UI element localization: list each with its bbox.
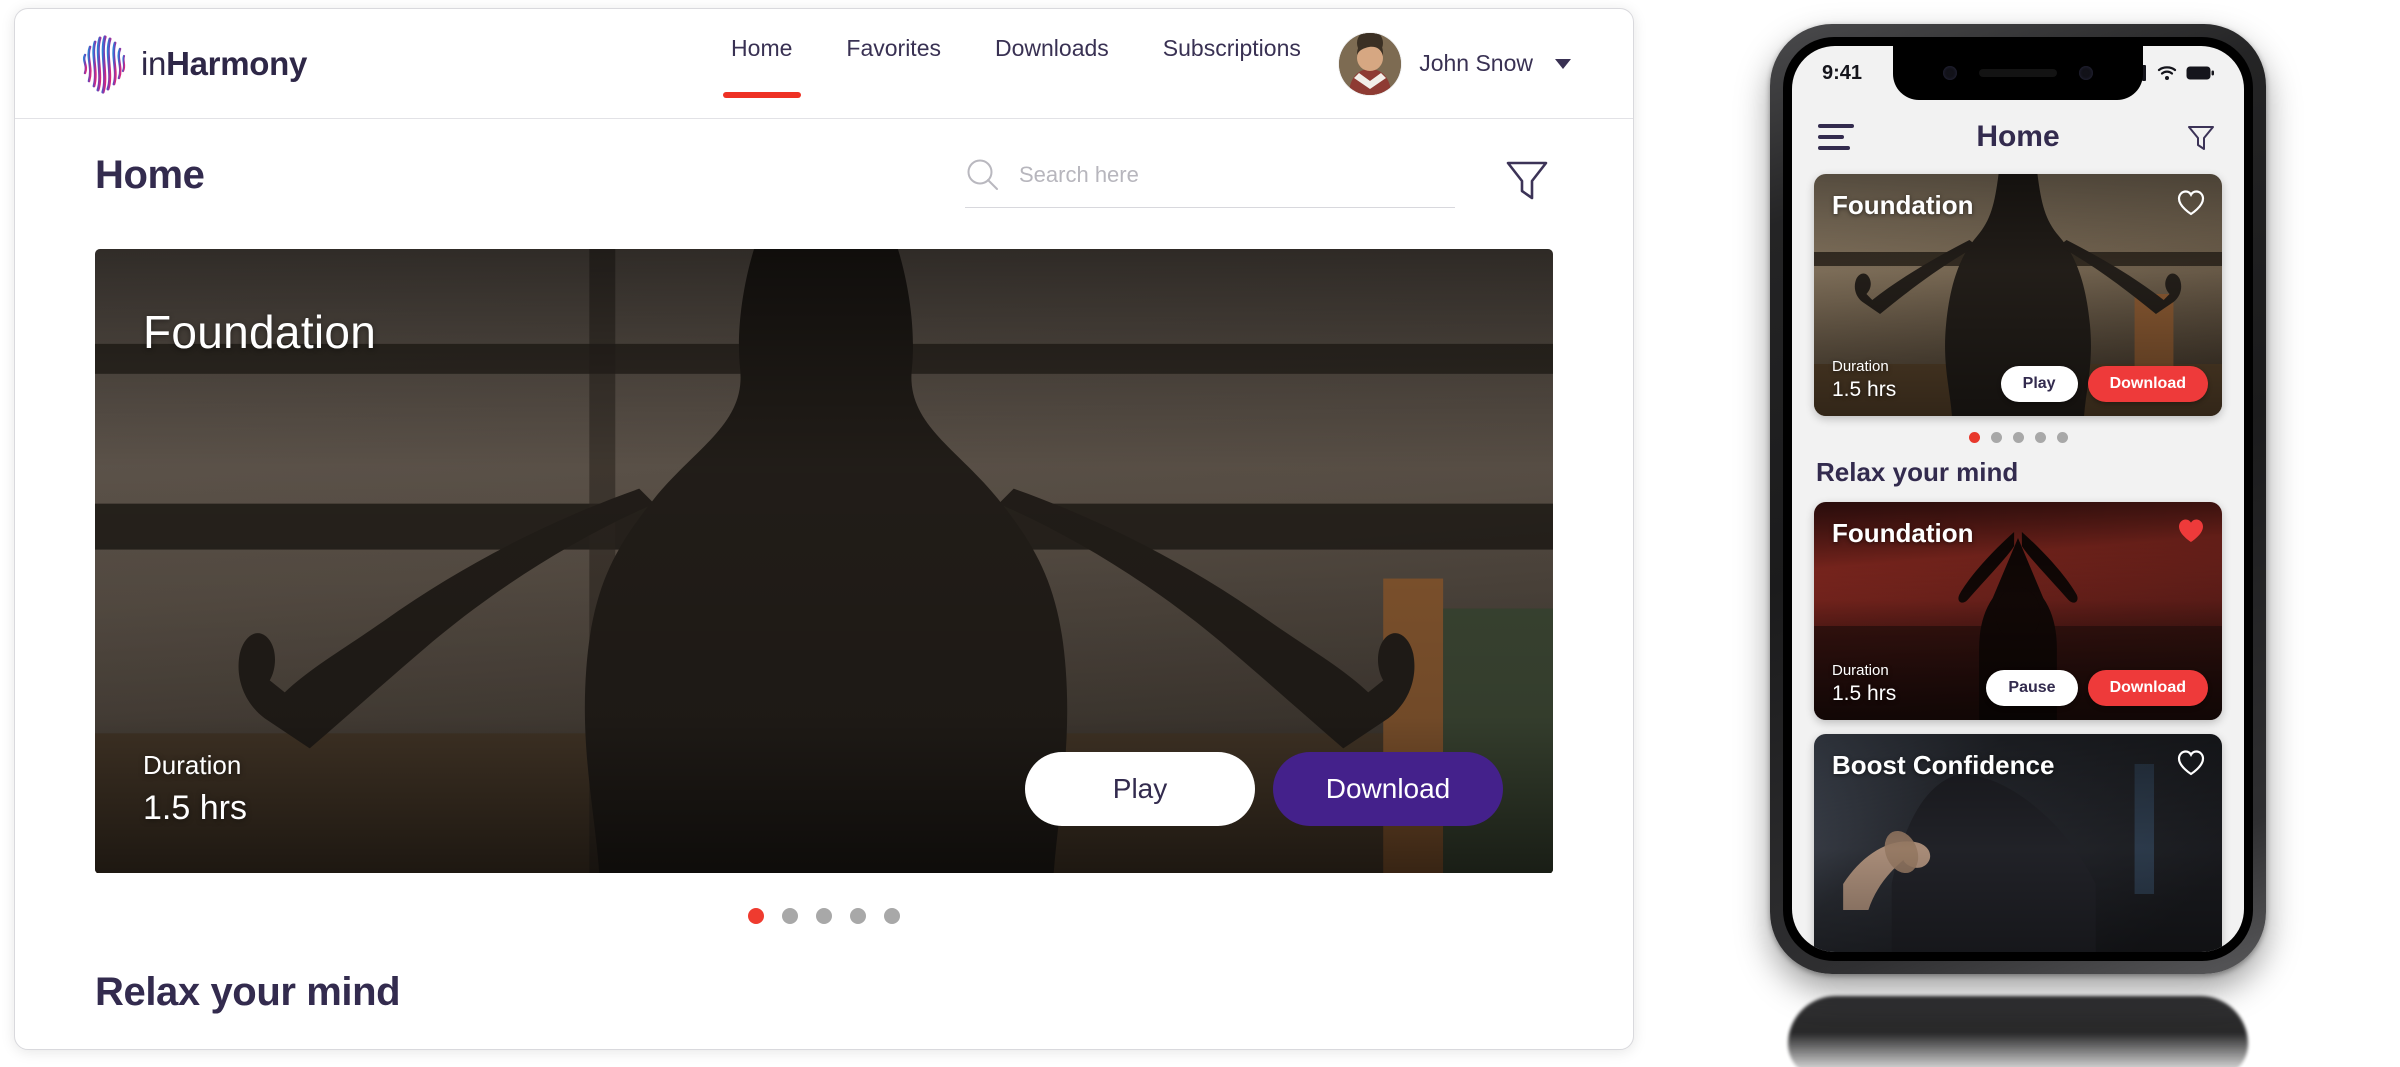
phone-bezel: 9:41 Home Foundation Duration 1.5 hrs Pl…: [1783, 37, 2253, 961]
carousel-dot-3[interactable]: [816, 908, 832, 924]
section-title-relax-your-mind: Relax your mind: [95, 970, 401, 1014]
page-content: Home Search here Foundation Duration 1.5…: [15, 119, 1633, 1015]
brand-logo[interactable]: inHarmony: [81, 33, 307, 95]
card-download-button[interactable]: Download: [2087, 366, 2208, 402]
nav-item-subscriptions[interactable]: Subscriptions: [1159, 29, 1305, 98]
user-menu[interactable]: John Snow: [1339, 32, 1571, 95]
card-download-button[interactable]: Download: [2087, 670, 2208, 706]
nav-item-home[interactable]: Home: [727, 29, 796, 98]
phone-card-foundation-2[interactable]: Foundation Duration 1.5 hrs Pause Downlo…: [1814, 502, 2222, 720]
brand-name-thin: in: [141, 44, 167, 82]
front-camera-icon: [2079, 66, 2093, 80]
carousel-dot-2[interactable]: [782, 908, 798, 924]
filter-funnel-icon[interactable]: [1501, 153, 1553, 205]
battery-icon: [2186, 66, 2214, 80]
content-header: Home: [95, 119, 1553, 237]
phone-card-foundation-1[interactable]: Foundation Duration 1.5 hrs Play Downloa…: [1814, 174, 2222, 416]
nav-item-downloads[interactable]: Downloads: [991, 29, 1113, 98]
carousel-dot-1[interactable]: [748, 908, 764, 924]
search-icon: [967, 159, 998, 190]
search-area: [965, 153, 1553, 211]
phone-carousel-dot-5[interactable]: [2056, 432, 2068, 443]
phone-notch: [1893, 46, 2143, 100]
card-duration-label: Duration: [1832, 662, 1889, 679]
phone-frame: 9:41 Home Foundation Duration 1.5 hrs Pl…: [1770, 24, 2266, 974]
phone-carousel-dots: [1814, 416, 2222, 455]
card-duration: Duration 1.5 hrs: [1832, 662, 1896, 706]
card-title: Foundation: [1832, 518, 1974, 548]
card-title: Foundation: [1832, 190, 1974, 220]
wifi-icon: [2157, 66, 2177, 80]
desktop-app-window: inHarmony Home Favorites Downloads Subsc…: [14, 8, 1634, 1050]
user-name: John Snow: [1419, 50, 1533, 76]
phone-page-title: Home: [1976, 120, 2060, 153]
proximity-sensor-icon: [1943, 66, 1957, 80]
top-navigation-bar: inHarmony Home Favorites Downloads Subsc…: [15, 9, 1633, 119]
hero-duration-label: Duration: [143, 750, 242, 780]
phone-carousel-dot-1[interactable]: [1968, 432, 1980, 443]
sound-wave-logo-icon: [82, 34, 126, 94]
hero-duration: Duration 1.5 hrs: [143, 750, 247, 828]
card-play-button[interactable]: Play: [2000, 366, 2078, 402]
heart-outline-icon[interactable]: [2176, 188, 2206, 218]
page-title: Home: [95, 153, 205, 197]
card-duration-label: Duration: [1832, 358, 1889, 375]
search-box[interactable]: [965, 157, 1455, 208]
play-button[interactable]: Play: [1025, 752, 1255, 826]
hero-duration-value: 1.5 hrs: [143, 789, 247, 827]
carousel-dot-5[interactable]: [884, 908, 900, 924]
phone-reflection: [1788, 996, 2248, 1067]
phone-header: Home: [1792, 100, 2244, 174]
phone-carousel-dot-3[interactable]: [2012, 432, 2024, 443]
earpiece-speaker: [1979, 69, 2057, 77]
card-duration-value: 1.5 hrs: [1832, 378, 1897, 401]
phone-screen: 9:41 Home Foundation Duration 1.5 hrs Pl…: [1792, 46, 2244, 952]
filter-funnel-icon[interactable]: [2184, 120, 2218, 154]
heart-filled-icon[interactable]: [2176, 516, 2206, 546]
card-actions: Play Download: [2000, 366, 2208, 402]
download-button[interactable]: Download: [1273, 752, 1503, 826]
chevron-down-icon[interactable]: [1555, 58, 1571, 69]
hamburger-menu-icon[interactable]: [1818, 124, 1854, 150]
screenshot-root: inHarmony Home Favorites Downloads Subsc…: [0, 0, 2400, 1067]
search-input[interactable]: [1019, 161, 1455, 188]
carousel-dots: [95, 908, 1553, 924]
nav-item-favorites[interactable]: Favorites: [842, 29, 945, 98]
phone-mockup: 9:41 Home Foundation Duration 1.5 hrs Pl…: [1760, 12, 2280, 1067]
hero-actions: Play Download: [1025, 752, 1503, 826]
avatar: [1339, 32, 1402, 95]
phone-carousel-dot-2[interactable]: [1990, 432, 2002, 443]
main-nav: Home Favorites Downloads Subscriptions: [727, 29, 1305, 98]
card-duration-value: 1.5 hrs: [1832, 682, 1897, 705]
hero-title: Foundation: [143, 306, 377, 358]
brand-name: inHarmony: [141, 45, 307, 83]
phone-content: Foundation Duration 1.5 hrs Play Downloa…: [1792, 174, 2244, 952]
carousel-dot-4[interactable]: [850, 908, 866, 924]
card-actions: Pause Download: [1986, 670, 2208, 706]
card-duration: Duration 1.5 hrs: [1832, 358, 1896, 402]
phone-card-boost-confidence[interactable]: Boost Confidence: [1814, 734, 2222, 952]
status-time: 9:41: [1822, 61, 1863, 84]
phone-section-title: Relax your mind: [1816, 457, 2019, 487]
card-pause-button[interactable]: Pause: [1986, 670, 2078, 706]
hero-carousel-slide[interactable]: Foundation Duration 1.5 hrs Play Downloa…: [95, 249, 1553, 874]
card-title: Boost Confidence: [1832, 750, 2055, 780]
phone-carousel-dot-4[interactable]: [2034, 432, 2046, 443]
brand-name-bold: Harmony: [166, 44, 308, 82]
heart-outline-icon[interactable]: [2176, 748, 2206, 778]
